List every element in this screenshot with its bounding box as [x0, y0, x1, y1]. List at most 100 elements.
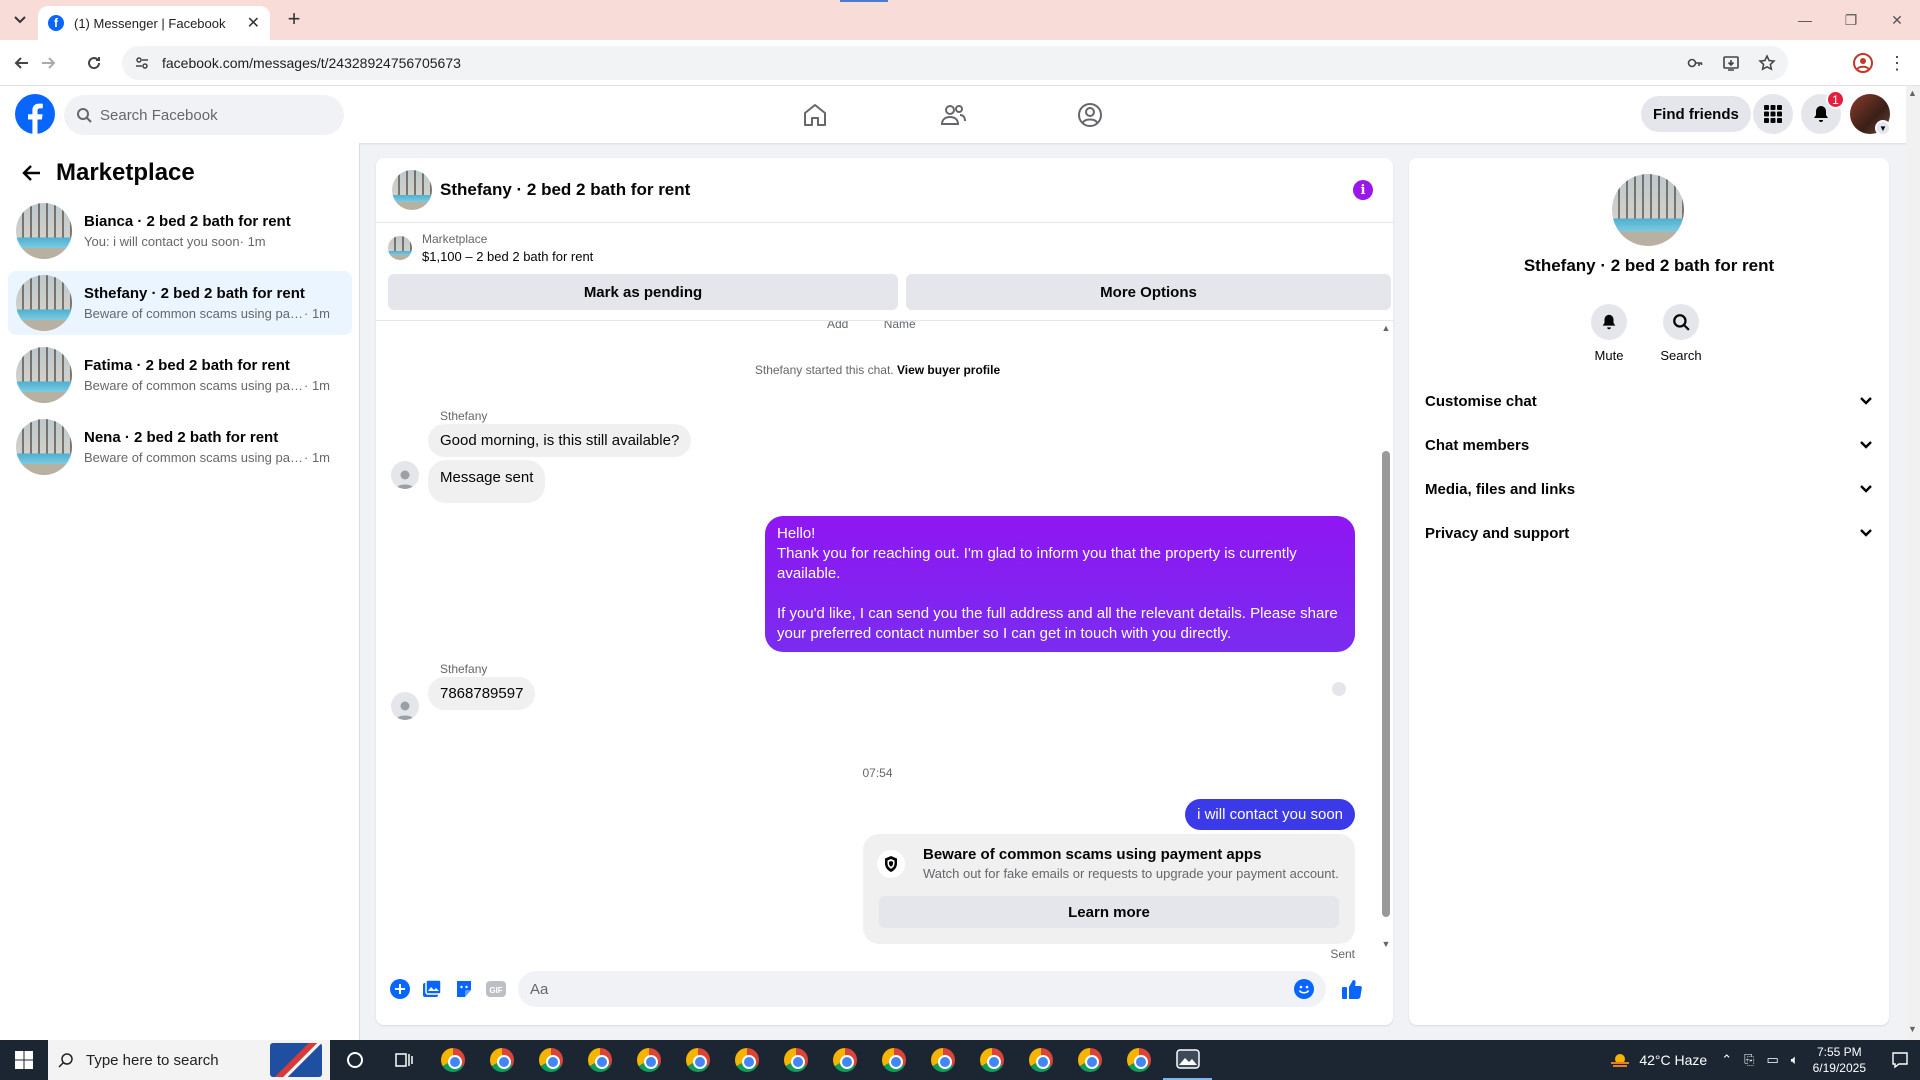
- facebook-logo-icon[interactable]: [15, 94, 55, 134]
- chrome-taskbar-icon[interactable]: [526, 1040, 575, 1080]
- media-files-links-row[interactable]: Media, files and links: [1425, 471, 1873, 507]
- sticker-icon[interactable]: [448, 973, 480, 1005]
- chrome-taskbar-icon[interactable]: [722, 1040, 771, 1080]
- close-window-icon[interactable]: ✕: [1874, 0, 1920, 40]
- action-center-icon[interactable]: [1880, 1040, 1920, 1080]
- chrome-taskbar-icon[interactable]: [1065, 1040, 1114, 1080]
- chat-avatar[interactable]: [392, 170, 432, 210]
- chrome-taskbar-icon[interactable]: [428, 1040, 477, 1080]
- back-arrow-icon[interactable]: [16, 157, 48, 189]
- outgoing-message[interactable]: Hello! Thank you for reaching out. I'm g…: [765, 516, 1355, 652]
- menu-grid-button[interactable]: [1753, 94, 1793, 134]
- mark-as-pending-button[interactable]: Mark as pending: [388, 274, 898, 310]
- windows-start-icon[interactable]: [0, 1040, 48, 1080]
- chat-members-row[interactable]: Chat members: [1425, 427, 1873, 463]
- network-icon[interactable]: ▭: [1767, 1052, 1779, 1068]
- chat-scrollbar[interactable]: ▲ ▼: [1379, 321, 1393, 961]
- url-text[interactable]: facebook.com/messages/t/2432892475670567…: [162, 55, 1686, 71]
- message-input-box[interactable]: [518, 971, 1326, 1007]
- listing-avatar-large[interactable]: [1612, 174, 1684, 246]
- emoji-icon[interactable]: [1294, 979, 1314, 999]
- conversation-snippet: Beware of common scams using pay...: [84, 378, 304, 393]
- chrome-taskbar-icon[interactable]: [1016, 1040, 1065, 1080]
- taskbar-search-box[interactable]: Type here to search: [48, 1040, 330, 1080]
- chrome-taskbar-icon[interactable]: [673, 1040, 722, 1080]
- chat-title[interactable]: Sthefany · 2 bed 2 bath for rent: [440, 180, 690, 200]
- chrome-taskbar-icon[interactable]: [771, 1040, 820, 1080]
- privacy-support-row[interactable]: Privacy and support: [1425, 515, 1873, 551]
- weather-widget[interactable]: 42°C Haze: [1609, 1051, 1707, 1069]
- tray-chevron-up-icon[interactable]: ⌃: [1721, 1052, 1732, 1068]
- message-composer: GIF: [376, 963, 1393, 1015]
- find-friends-button[interactable]: Find friends: [1641, 96, 1751, 132]
- close-tab-icon[interactable]: ✕: [247, 13, 260, 33]
- scroll-down-icon[interactable]: ▼: [1908, 1024, 1917, 1034]
- view-buyer-profile-link[interactable]: View buyer profile: [897, 363, 1000, 377]
- conversation-item[interactable]: Bianca · 2 bed 2 bath for rent You: i wi…: [8, 199, 352, 263]
- windows-taskbar: Type here to search 42°C Haze ⌃ ⎘ ▭ 🔈︎ 7: [0, 1040, 1920, 1080]
- conversation-item[interactable]: Fatima · 2 bed 2 bath for rent Beware of…: [8, 343, 352, 407]
- chrome-taskbar-icon[interactable]: [820, 1040, 869, 1080]
- conversation-item-active[interactable]: Sthefany · 2 bed 2 bath for rent Beware …: [8, 271, 352, 335]
- customise-chat-row[interactable]: Customise chat: [1425, 383, 1873, 419]
- bookmark-star-icon[interactable]: [1758, 54, 1776, 72]
- message-input[interactable]: [530, 980, 1294, 998]
- cortana-icon[interactable]: [330, 1040, 379, 1080]
- plus-circle-icon[interactable]: [384, 973, 416, 1005]
- scroll-up-icon[interactable]: ▲: [1908, 88, 1917, 98]
- photos-app-taskbar-icon[interactable]: [1163, 1040, 1212, 1080]
- search-icon: [77, 108, 92, 123]
- taskbar-clock[interactable]: 7:55 PM 6/19/2025: [1813, 1044, 1866, 1076]
- chrome-taskbar-icon[interactable]: [477, 1040, 526, 1080]
- incoming-message[interactable]: Message sent: [428, 460, 546, 503]
- like-thumb-icon[interactable]: [1336, 973, 1368, 1005]
- new-tab-button[interactable]: +: [282, 8, 306, 32]
- scrollbar-thumb[interactable]: [1382, 451, 1390, 917]
- chrome-taskbar-icon[interactable]: [575, 1040, 624, 1080]
- meet-now-icon[interactable]: ⎘: [1744, 1052, 1754, 1068]
- nav-home-tab[interactable]: [759, 92, 871, 138]
- chrome-taskbar-icon[interactable]: [624, 1040, 673, 1080]
- conversation-item[interactable]: Nena · 2 bed 2 bath for rent Beware of c…: [8, 415, 352, 479]
- gif-icon[interactable]: GIF: [480, 973, 512, 1005]
- bell-icon: [1602, 314, 1616, 330]
- nav-profile-tab[interactable]: [1034, 92, 1146, 138]
- facebook-search-input[interactable]: [100, 106, 320, 124]
- site-settings-icon[interactable]: [134, 55, 150, 71]
- learn-more-button[interactable]: Learn more: [879, 896, 1339, 928]
- browser-tab-active[interactable]: f (1) Messenger | Facebook ✕: [38, 6, 270, 40]
- tab-search-button[interactable]: [8, 8, 32, 32]
- search-icon: [1673, 314, 1690, 331]
- browser-menu-icon[interactable]: ⋮: [1886, 52, 1908, 74]
- chrome-taskbar-icon[interactable]: [1114, 1040, 1163, 1080]
- chevron-down-icon[interactable]: ▼: [1875, 120, 1891, 136]
- outgoing-message[interactable]: i will contact you soon: [1185, 799, 1355, 830]
- reload-icon[interactable]: [82, 51, 106, 75]
- back-icon[interactable]: [10, 51, 34, 75]
- address-bar[interactable]: facebook.com/messages/t/2432892475670567…: [122, 46, 1788, 80]
- chrome-taskbar-icon[interactable]: [967, 1040, 1016, 1080]
- chrome-taskbar-icon[interactable]: [918, 1040, 967, 1080]
- photo-icon[interactable]: [416, 973, 448, 1005]
- install-app-icon[interactable]: [1722, 54, 1740, 72]
- scroll-down-icon[interactable]: ▼: [1381, 939, 1391, 949]
- password-key-icon[interactable]: [1686, 54, 1704, 72]
- incoming-message[interactable]: Good morning, is this still available?: [428, 424, 692, 457]
- forward-icon[interactable]: [36, 51, 60, 75]
- chrome-taskbar-icon[interactable]: [869, 1040, 918, 1080]
- incoming-message[interactable]: 7868789597: [428, 677, 536, 710]
- minimize-icon[interactable]: —: [1782, 0, 1828, 40]
- volume-icon[interactable]: 🔈︎: [1791, 1052, 1799, 1068]
- mute-button[interactable]: Mute: [1579, 304, 1639, 363]
- nav-friends-tab[interactable]: [897, 92, 1009, 138]
- listing-summary[interactable]: Marketplace $1,100 – 2 bed 2 bath for re…: [388, 232, 593, 264]
- more-options-button[interactable]: More Options: [906, 274, 1391, 310]
- facebook-search-bar[interactable]: [64, 95, 344, 135]
- search-in-chat-button[interactable]: Search: [1651, 304, 1711, 363]
- browser-profile-icon[interactable]: [1852, 52, 1874, 74]
- page-scrollbar[interactable]: ▲ ▼: [1906, 86, 1920, 1040]
- task-view-icon[interactable]: [379, 1040, 428, 1080]
- info-icon[interactable]: i: [1353, 180, 1373, 200]
- scroll-up-icon[interactable]: ▲: [1381, 323, 1391, 333]
- restore-icon[interactable]: ❐: [1828, 0, 1874, 40]
